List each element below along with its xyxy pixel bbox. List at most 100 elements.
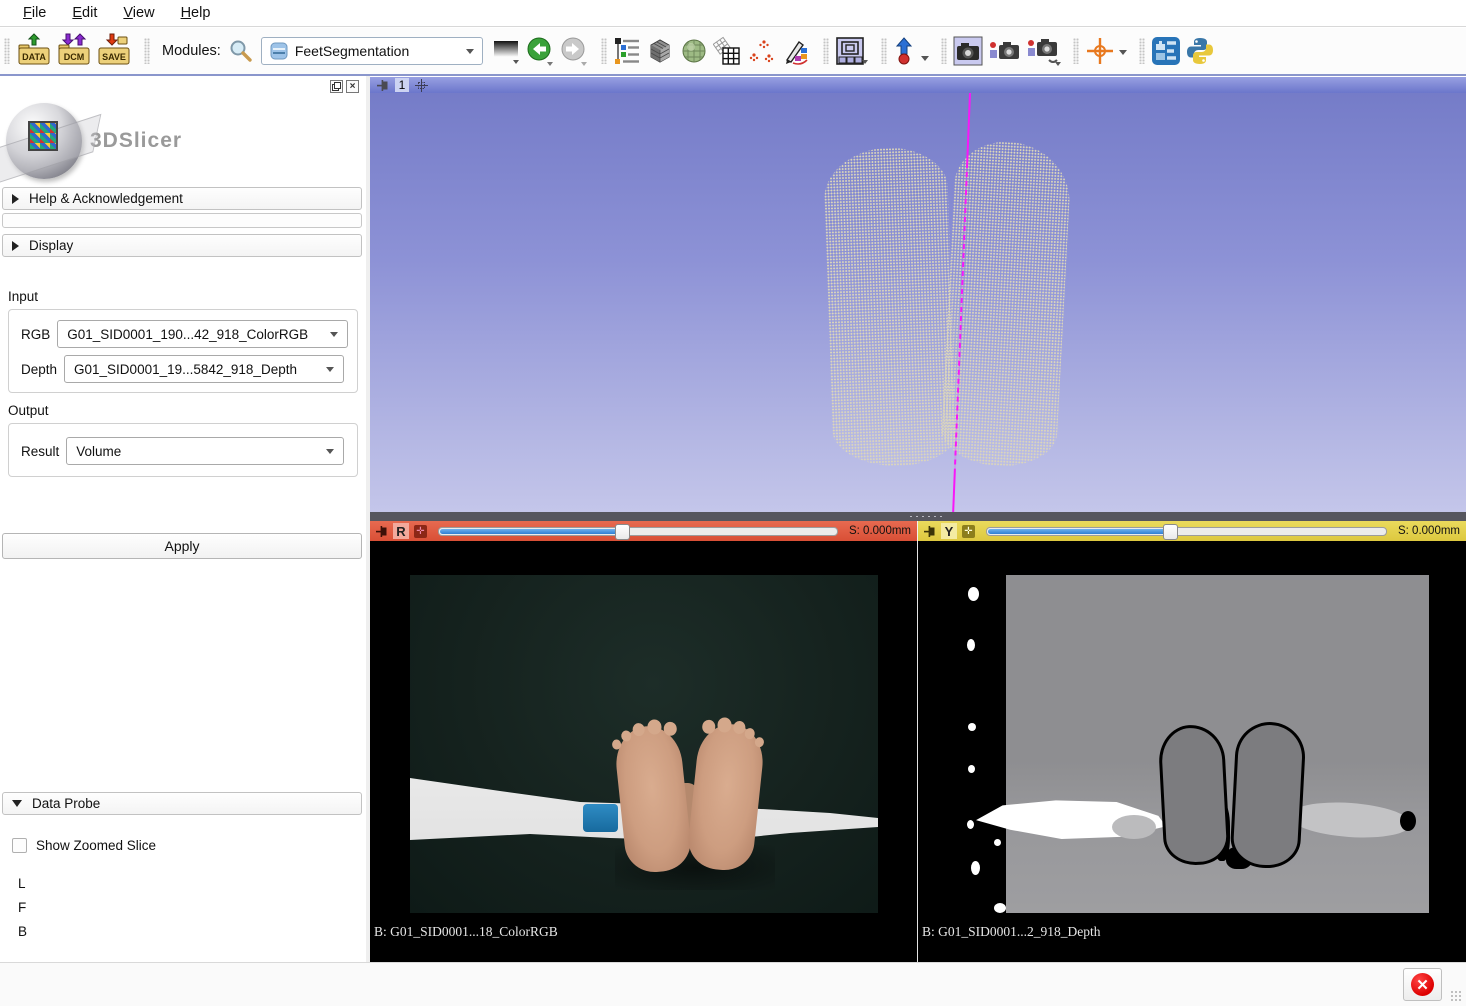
red-slice-viewport[interactable]: B: G01_SID0001...18_ColorRGB — [370, 541, 917, 962]
window-size-grip[interactable] — [1450, 990, 1462, 1002]
result-volume-selector[interactable]: Volume — [66, 437, 344, 465]
rgb-volume-selector[interactable]: G01_SID0001_190...42_918_ColorRGB — [57, 320, 348, 348]
yellow-slice-offset-slider[interactable] — [986, 527, 1387, 536]
toolbar-grip[interactable] — [1139, 38, 1145, 64]
yellow-slice-controller[interactable]: Y ✛ S: 0.000mm — [917, 521, 1466, 541]
module-forward-button[interactable] — [559, 36, 589, 66]
module-search-button[interactable] — [229, 39, 253, 63]
pin-icon[interactable] — [375, 525, 388, 538]
pen-palette-icon — [781, 36, 811, 66]
show-zoomed-slice-label: Show Zoomed Slice — [36, 838, 156, 853]
chevron-down-icon — [326, 367, 334, 372]
markup-points-icon — [747, 36, 777, 66]
scene-view-button[interactable] — [987, 37, 1021, 65]
pin-icon[interactable] — [923, 525, 936, 538]
toolbar-grip[interactable] — [881, 38, 887, 64]
depth-volume-selector[interactable]: G01_SID0001_19...5842_918_Depth — [64, 355, 344, 383]
module-panel: × 3DSlicer Help & Acknowledgement Displa… — [0, 76, 366, 962]
result-label: Result — [21, 444, 59, 459]
scene-view-restore-button[interactable] — [1025, 36, 1061, 66]
toolbar-grip[interactable] — [144, 38, 150, 64]
camera-icon — [953, 36, 983, 66]
window-level-button[interactable] — [493, 38, 521, 64]
slice-link-icon[interactable]: ✛ — [414, 525, 427, 538]
import-dicom-button[interactable]: DCM — [56, 33, 92, 69]
layout-selector-button[interactable] — [835, 36, 869, 66]
adjust-arrow-icon — [893, 36, 919, 66]
toolbar-grip[interactable] — [601, 38, 607, 64]
load-data-button[interactable]: DATA — [16, 33, 52, 69]
view3d-header-bar[interactable]: 1 — [370, 77, 1466, 93]
chevron-down-icon — [326, 449, 334, 454]
save-icon: SAVE — [96, 33, 132, 69]
rgb-photo — [410, 575, 878, 913]
slicer-logo-text: 3DSlicer — [90, 129, 182, 153]
horizontal-splitter[interactable] — [370, 512, 1466, 521]
save-button[interactable]: SAVE — [96, 33, 132, 69]
view-crosshair-icon[interactable] — [415, 79, 428, 92]
menu-view[interactable]: View — [110, 2, 167, 24]
voxel-cube-icon — [645, 36, 675, 66]
scene-camera-icon — [987, 37, 1021, 65]
display-section[interactable]: Display — [2, 234, 362, 257]
crosshair-button[interactable] — [1085, 36, 1115, 66]
screenshot-button[interactable] — [953, 36, 983, 66]
slice-link-icon[interactable]: ✛ — [962, 525, 975, 538]
models-sphere-button[interactable] — [679, 36, 709, 66]
red-slice-controller[interactable]: R ✛ S: 0.000mm — [370, 521, 917, 541]
toolbar-grip[interactable] — [4, 38, 10, 64]
python-icon — [1185, 36, 1215, 66]
window-level-icon — [493, 38, 521, 64]
volume-cube-button[interactable] — [645, 36, 675, 66]
markups-button[interactable] — [747, 36, 777, 66]
module-selector-value: FeetSegmentation — [295, 43, 459, 59]
collapsed-arrow-icon — [12, 194, 19, 204]
yellow-slider-handle[interactable] — [1163, 524, 1178, 540]
toolbar-grip[interactable] — [941, 38, 947, 64]
menu-edit[interactable]: Edit — [59, 2, 110, 24]
depth-image — [964, 575, 1429, 913]
point-cloud-left-foot — [822, 146, 957, 468]
editor-pen-button[interactable] — [781, 36, 811, 66]
yellow-slice-offset-value: S: 0.000mm — [1398, 525, 1460, 537]
python-console-button[interactable] — [1185, 36, 1215, 66]
module-back-button[interactable] — [525, 36, 555, 66]
help-acknowledgement-section[interactable]: Help & Acknowledgement — [2, 187, 362, 210]
mouse-interaction-button[interactable] — [893, 36, 919, 66]
chevron-down-icon[interactable] — [1119, 50, 1127, 55]
error-icon: ✕ — [1411, 973, 1434, 996]
subject-hierarchy-button[interactable] — [613, 37, 641, 65]
probe-row-f: F — [18, 900, 26, 915]
popout-icon — [332, 82, 341, 91]
svg-text:SAVE: SAVE — [102, 52, 126, 62]
chevron-down-icon — [330, 332, 338, 337]
module-selector[interactable]: FeetSegmentation — [261, 37, 483, 65]
menu-file[interactable]: File — [10, 2, 59, 24]
yellow-slice-viewport[interactable]: B: G01_SID0001...2_918_Depth — [917, 541, 1466, 962]
scene-camera-restore-icon — [1025, 36, 1061, 66]
close-icon: × — [350, 81, 356, 92]
probe-row-l: L — [18, 876, 26, 891]
show-zoomed-slice-checkbox[interactable] — [12, 838, 27, 853]
hierarchy-tree-icon — [613, 37, 641, 65]
red-slider-handle[interactable] — [615, 524, 630, 540]
input-group: RGB G01_SID0001_190...42_918_ColorRGB De… — [8, 309, 358, 393]
import-dicom-icon: DCM — [56, 33, 92, 69]
yellow-slice-label: Y — [941, 523, 957, 539]
toolbar-grip[interactable] — [823, 38, 829, 64]
error-log-button[interactable]: ✕ — [1403, 968, 1442, 1001]
menu-help[interactable]: Help — [168, 2, 224, 24]
extensions-manager-button[interactable] — [1151, 36, 1181, 66]
close-panel-button[interactable]: × — [346, 80, 359, 93]
pin-icon[interactable] — [376, 79, 389, 92]
data-probe-section[interactable]: Data Probe — [2, 792, 362, 815]
transforms-button[interactable] — [713, 36, 743, 66]
apply-button[interactable]: Apply — [2, 533, 362, 559]
red-slice-offset-slider[interactable] — [438, 527, 838, 536]
depth-left-foot — [1157, 723, 1230, 866]
toolbar-grip[interactable] — [1073, 38, 1079, 64]
view3d-viewport[interactable] — [370, 93, 1466, 512]
svg-text:DATA: DATA — [22, 52, 46, 62]
undock-panel-button[interactable] — [330, 80, 343, 93]
chevron-down-icon[interactable] — [921, 56, 929, 61]
